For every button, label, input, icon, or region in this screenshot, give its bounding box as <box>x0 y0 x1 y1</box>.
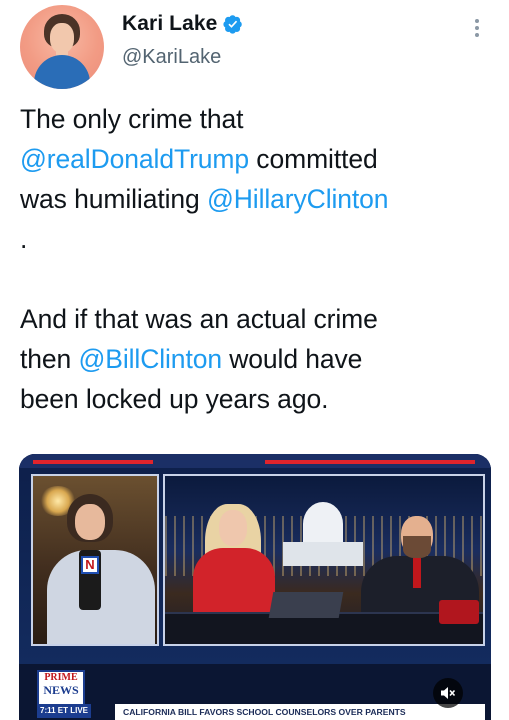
tweet-line: . <box>20 224 28 254</box>
display-name-text: Kari Lake <box>122 12 218 35</box>
tweet-text-fragment: would have <box>221 344 363 374</box>
avatar-face <box>50 23 74 53</box>
verified-badge-icon <box>223 15 243 34</box>
more-dot <box>475 19 479 23</box>
guest-studio-tie <box>413 558 421 588</box>
mic-flag: N <box>81 556 99 574</box>
mug <box>439 600 479 624</box>
display-name[interactable]: Kari Lake <box>122 12 243 36</box>
tweet-line: been locked up years ago. <box>20 384 329 414</box>
tweet-text-fragment: was humiliating <box>20 184 207 214</box>
logo-line: NEWS <box>43 683 79 697</box>
tweet-line: The only crime that <box>20 104 244 134</box>
laptop <box>268 592 344 618</box>
avatar-body <box>34 55 90 89</box>
video-player[interactable]: N PRIME NEWS 7:11 ET LIVE CALIFORNIA BIL… <box>19 454 491 720</box>
more-dot <box>475 26 479 30</box>
network-logo: PRIME NEWS <box>37 670 85 706</box>
guest-face <box>75 504 105 540</box>
video-frame: N <box>19 454 491 664</box>
broadcast-top-bar <box>19 454 491 468</box>
mention-link[interactable]: @realDonaldTrump <box>20 144 249 174</box>
tweet-line: @realDonaldTrump committed <box>20 139 495 179</box>
tweet-text-fragment: committed <box>249 144 378 174</box>
guest-body <box>47 550 155 644</box>
more-options-icon[interactable] <box>470 16 484 44</box>
tweet-text: The only crime that @realDonaldTrump com… <box>20 99 495 419</box>
mute-button[interactable] <box>433 678 463 708</box>
tweet-text-fragment: then <box>20 344 79 374</box>
top-bar-accent <box>33 460 153 464</box>
time-live-badge: 7:11 ET LIVE <box>37 704 92 718</box>
avatar[interactable] <box>20 5 104 89</box>
mention-link[interactable]: @BillClinton <box>78 344 222 374</box>
capitol-base <box>283 542 363 566</box>
mic-flag-letter: N <box>85 557 95 572</box>
anchor-face <box>219 510 247 546</box>
ticker-crawl: CALIFORNIA BILL FAVORS SCHOOL COUNSELORS… <box>115 704 485 720</box>
tweet-header: Kari Lake @KariLake <box>0 0 509 100</box>
remote-guest-panel: N <box>31 474 159 646</box>
studio-panel <box>163 474 485 646</box>
capitol-dome <box>303 502 343 546</box>
tweet-line: was humiliating @HillaryClinton <box>20 179 495 219</box>
mention-link[interactable]: @HillaryClinton <box>207 184 389 214</box>
more-dot <box>475 33 479 37</box>
user-handle[interactable]: @KariLake <box>122 46 221 69</box>
tweet-line: And if that was an actual crime <box>20 304 378 334</box>
top-bar-accent <box>265 460 475 464</box>
guest-studio-beard <box>403 536 431 558</box>
speaker-muted-icon <box>441 687 456 699</box>
news-ticker: PRIME NEWS 7:11 ET LIVE CALIFORNIA BILL … <box>19 664 491 720</box>
microphone: N <box>79 550 101 610</box>
tweet-line: then @BillClinton would have <box>20 339 495 379</box>
